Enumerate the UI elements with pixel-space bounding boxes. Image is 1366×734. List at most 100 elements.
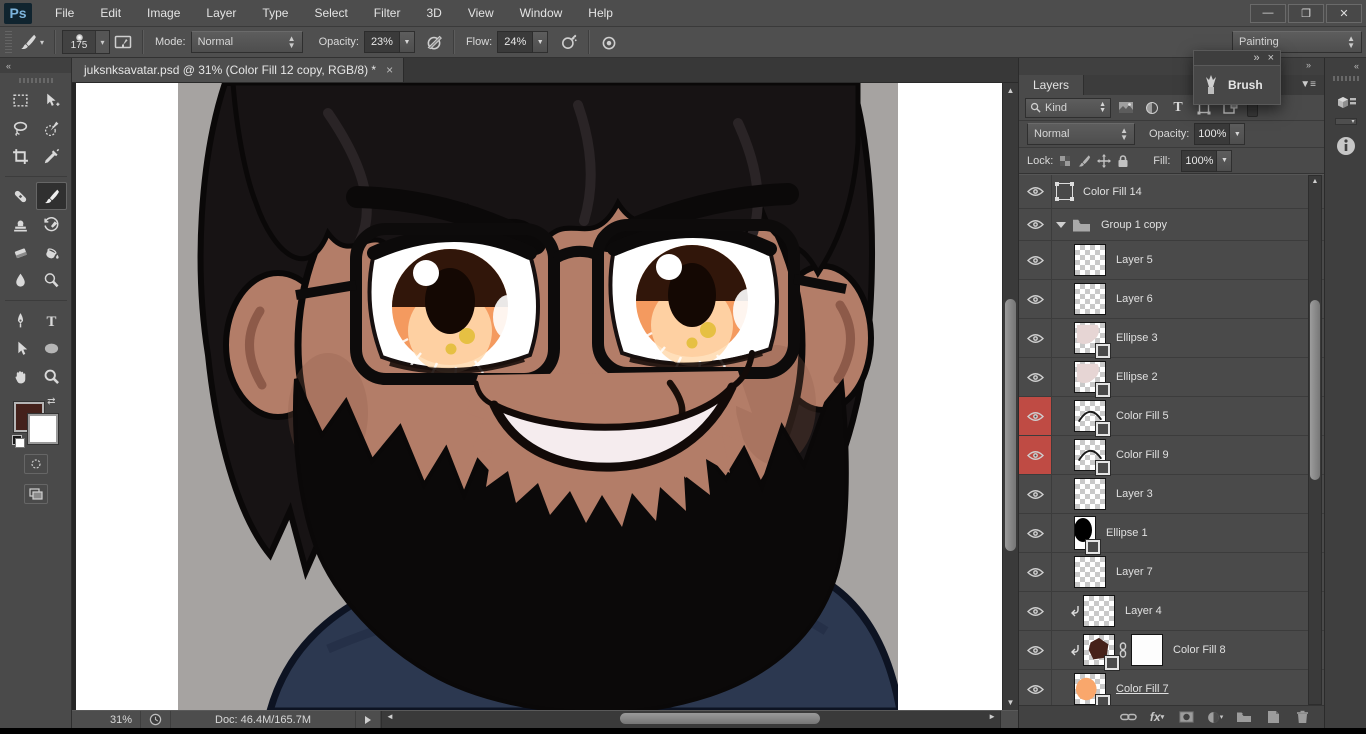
tool-pen[interactable] — [5, 306, 36, 334]
tool-stamp[interactable] — [5, 210, 36, 238]
menu-help[interactable]: Help — [575, 2, 626, 24]
visibility-toggle[interactable] — [1019, 319, 1052, 357]
lock-all-icon[interactable] — [1117, 154, 1129, 168]
brush-panel-collapse-button[interactable]: » — [1253, 52, 1259, 64]
layer-thumbnail[interactable] — [1074, 283, 1106, 315]
tool-brush[interactable] — [36, 182, 67, 210]
visibility-toggle[interactable] — [1019, 553, 1052, 591]
panel-collapse-button[interactable]: » — [1306, 60, 1310, 70]
layer-thumbnail[interactable] — [1074, 439, 1106, 471]
restore-button[interactable]: ❐ — [1288, 4, 1324, 23]
layer-thumbnail[interactable] — [1074, 244, 1106, 276]
delete-layer-icon[interactable] — [1292, 709, 1312, 725]
tool-blur[interactable] — [5, 266, 36, 294]
scroll-left-icon[interactable]: ◄ — [386, 712, 394, 721]
menu-edit[interactable]: Edit — [87, 2, 134, 24]
background-color-swatch[interactable] — [28, 414, 58, 444]
layer-opacity-field[interactable]: 100%▼ — [1194, 123, 1245, 145]
opacity-pressure-button[interactable] — [421, 31, 447, 53]
tool-move[interactable] — [36, 86, 67, 114]
visibility-toggle[interactable] — [1019, 358, 1052, 396]
scroll-down-icon[interactable]: ▼ — [1003, 698, 1018, 707]
layer-row-layer-7[interactable]: Layer 7 — [1019, 553, 1324, 592]
new-adjustment-layer-icon[interactable]: ▾ — [1205, 709, 1225, 725]
layer-thumbnail[interactable] — [1074, 361, 1106, 393]
flow-field[interactable]: 24%▼ — [497, 31, 548, 53]
menu-image[interactable]: Image — [134, 2, 193, 24]
menu-window[interactable]: Window — [507, 2, 576, 24]
tool-hand[interactable] — [5, 362, 36, 390]
layer-row-ellipse-3[interactable]: Ellipse 3 — [1019, 319, 1324, 358]
flow-pressure-button[interactable] — [596, 31, 622, 53]
layer-row-layer-6[interactable]: Layer 6 — [1019, 280, 1324, 319]
info-panel-button[interactable] — [1332, 133, 1360, 159]
horizontal-scroll-thumb[interactable] — [620, 713, 820, 724]
layer-row-color-fill-7[interactable]: Color Fill 7 — [1019, 670, 1324, 705]
layers-scrollbar[interactable]: ▲ — [1308, 175, 1322, 705]
layers-scroll-thumb[interactable] — [1310, 300, 1320, 480]
layer-mask-thumbnail[interactable] — [1131, 634, 1163, 666]
airbrush-button[interactable] — [556, 31, 582, 53]
lock-pixels-icon[interactable] — [1077, 154, 1091, 168]
tool-type[interactable]: T — [36, 306, 67, 334]
visibility-toggle[interactable] — [1019, 592, 1052, 630]
scroll-up-icon[interactable]: ▲ — [1309, 178, 1321, 185]
toggle-brush-panel-button[interactable] — [110, 32, 136, 52]
close-button[interactable]: ✕ — [1326, 4, 1362, 23]
menu-type[interactable]: Type — [249, 2, 301, 24]
layer-blend-mode-select[interactable]: Normal▲▼ — [1027, 123, 1135, 145]
tool-healing[interactable] — [5, 182, 36, 210]
layer-fill-field[interactable]: 100%▼ — [1181, 150, 1232, 172]
tool-marquee[interactable] — [5, 86, 36, 114]
layer-row-color-fill-8[interactable]: Color Fill 8 — [1019, 631, 1324, 670]
add-layer-mask-icon[interactable] — [1176, 709, 1196, 725]
filter-kind-select[interactable]: Kind ▲▼ — [1025, 98, 1111, 118]
document-tab[interactable]: juksnksavatar.psd @ 31% (Color Fill 12 c… — [72, 58, 404, 82]
screen-mode-button[interactable] — [24, 484, 48, 504]
tool-bucket[interactable] — [36, 238, 67, 266]
filter-pixel-layers-icon[interactable] — [1115, 98, 1137, 118]
opacity-field[interactable]: 23%▼ — [364, 31, 415, 53]
panel-menu-icon[interactable]: ▼≡ — [1300, 79, 1316, 90]
new-group-icon[interactable] — [1234, 709, 1254, 725]
filter-type-layers-icon[interactable]: T — [1167, 98, 1189, 118]
zoom-field[interactable]: 31% — [72, 711, 141, 728]
layer-thumbnail[interactable] — [1074, 400, 1106, 432]
layer-thumbnail[interactable] — [1074, 556, 1106, 588]
layer-row-layer-4[interactable]: Layer 4 — [1019, 592, 1324, 631]
fill-layer-mask-icon[interactable] — [1056, 183, 1073, 200]
tool-preset-picker[interactable]: ▾ — [15, 31, 48, 53]
tool-ellipse[interactable] — [36, 334, 67, 362]
layer-row-ellipse-1[interactable]: Ellipse 1 — [1019, 514, 1324, 553]
lock-position-icon[interactable] — [1097, 154, 1111, 168]
layer-row-layer-5[interactable]: Layer 5 — [1019, 241, 1324, 280]
visibility-toggle[interactable] — [1019, 514, 1052, 552]
menu-select[interactable]: Select — [301, 2, 360, 24]
tool-dodge[interactable] — [36, 266, 67, 294]
visibility-toggle[interactable] — [1019, 241, 1052, 279]
visibility-toggle[interactable] — [1019, 475, 1052, 513]
layer-thumbnail[interactable] — [1083, 634, 1115, 666]
tool-crop[interactable] — [5, 142, 36, 170]
visibility-toggle[interactable] — [1019, 631, 1052, 669]
properties-flyout[interactable]: ▾ — [1335, 118, 1357, 125]
tool-pathselect[interactable] — [5, 334, 36, 362]
layer-row-layer-3[interactable]: Layer 3 — [1019, 475, 1324, 514]
visibility-toggle[interactable] — [1019, 209, 1052, 240]
status-popup-button[interactable] — [356, 711, 381, 728]
filter-adjustment-layers-icon[interactable] — [1141, 98, 1163, 118]
menu-3d[interactable]: 3D — [413, 2, 454, 24]
visibility-toggle[interactable] — [1019, 280, 1052, 318]
tools-collapse-button[interactable]: « — [0, 58, 71, 73]
layer-thumbnail[interactable] — [1074, 478, 1106, 510]
tool-lasso[interactable] — [5, 114, 36, 142]
layer-thumbnail[interactable] — [1074, 322, 1106, 354]
default-colors-icon[interactable] — [12, 435, 25, 448]
blend-mode-select[interactable]: Normal▲▼ — [191, 31, 303, 53]
properties-panel-button[interactable] — [1332, 92, 1360, 118]
new-layer-icon[interactable] — [1263, 709, 1283, 725]
group-expand-triangle[interactable] — [1056, 222, 1066, 228]
menu-layer[interactable]: Layer — [193, 2, 249, 24]
layer-row-color-fill-5[interactable]: Color Fill 5 — [1019, 397, 1324, 436]
layer-row-group-1-copy[interactable]: Group 1 copy — [1019, 209, 1324, 241]
